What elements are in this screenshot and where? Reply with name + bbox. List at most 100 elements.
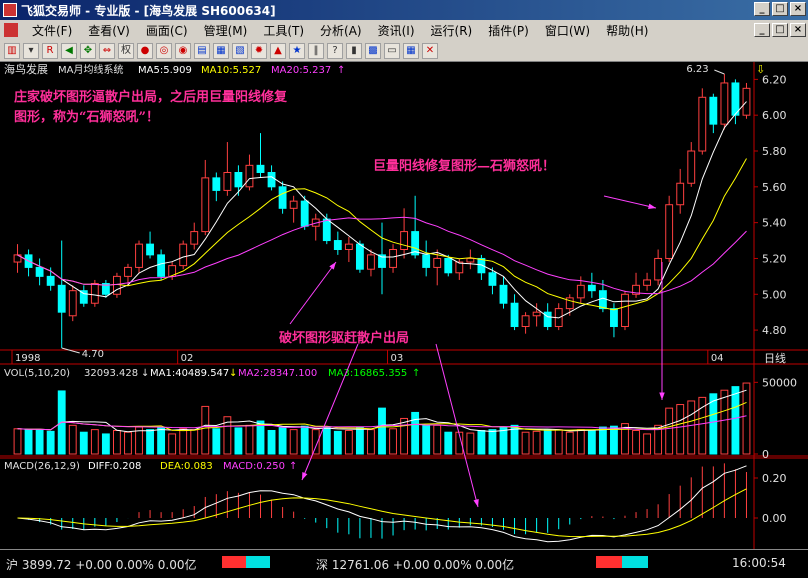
candle-down	[322, 218, 331, 242]
price-tick-label: 6.00	[762, 109, 787, 122]
vol-tick-label: 0	[762, 448, 769, 461]
book-icon[interactable]: ▤	[194, 42, 210, 59]
app-window: 飞狐交易师 - 专业版 - [海鸟发展 SH600634] _ □ × 文件(F…	[0, 0, 808, 578]
menu-info[interactable]: 资讯(I)	[370, 22, 423, 39]
sheet-icon[interactable]: ▦	[213, 42, 229, 59]
vol-bar-up	[344, 429, 353, 455]
sheet2-icon[interactable]: ▧	[232, 42, 248, 59]
time-label: 1998	[15, 353, 40, 364]
candle-up	[179, 243, 188, 267]
menu-canvas[interactable]: 画面(C)	[138, 22, 196, 39]
candle-down	[57, 284, 66, 313]
close-button[interactable]: ×	[790, 2, 806, 16]
annotation-right: 巨量阳线修复图形—石狮怒吼！	[373, 159, 556, 174]
price-tick-label: 5.20	[762, 252, 787, 265]
macd-title: MACD(26,12,9)	[4, 461, 80, 472]
macd-value: MACD:0.250	[223, 461, 285, 472]
candle-up	[124, 266, 132, 277]
grid-icon[interactable]: ▩	[365, 42, 381, 59]
maximize-button[interactable]: □	[772, 2, 788, 16]
candle-down	[587, 284, 596, 292]
mdi-minimize-button[interactable]: _	[754, 23, 770, 37]
vol-bar-down	[212, 428, 221, 455]
candle-up	[621, 293, 629, 328]
candle-up	[687, 150, 696, 184]
x-icon[interactable]: ✕	[422, 42, 438, 59]
rsi-icon[interactable]: R	[42, 42, 58, 59]
clock: 16:00:54	[732, 556, 786, 570]
candle-up	[698, 96, 707, 152]
minimize-button[interactable]: _	[754, 2, 770, 16]
star-icon[interactable]: ★	[289, 42, 305, 59]
menu-plugins[interactable]: 插件(P)	[480, 22, 537, 39]
menu-help[interactable]: 帮助(H)	[598, 22, 656, 39]
sz-index: 深 12761.06 +0.00 0.00% 0.00亿	[316, 558, 515, 572]
vol-bar-down	[477, 429, 486, 455]
circle3-icon[interactable]: ◉	[175, 42, 191, 59]
ma20-readout: MA20:5.237	[271, 65, 331, 76]
vol-bar-up	[400, 417, 409, 455]
vol-bar-up	[665, 407, 674, 455]
vol-bar-up	[643, 433, 651, 455]
help-icon[interactable]: ?	[327, 42, 343, 59]
doc-icon[interactable]: ▭	[384, 42, 400, 59]
menu-window[interactable]: 窗口(W)	[537, 22, 598, 39]
price-tick-label: 5.60	[762, 181, 787, 194]
vol-ma3: MA3:16865.355	[328, 368, 407, 379]
annotation-middle: 破坏图形驱赶散户出局	[279, 331, 410, 346]
cross-arrows-icon[interactable]: ✥	[80, 42, 96, 59]
table-icon[interactable]: ▦	[403, 42, 419, 59]
bars-icon[interactable]: ▮	[346, 42, 362, 59]
double-arrow-icon[interactable]: ⇔	[99, 42, 115, 59]
menu-analysis[interactable]: 分析(A)	[312, 22, 370, 39]
mdi-restore-button[interactable]: □	[772, 23, 788, 37]
status-bar: 沪 3899.72 +0.00 0.00% 0.00亿 深 12761.06 +…	[0, 549, 808, 578]
vol-bar-up	[532, 430, 541, 455]
circles2-icon[interactable]: ◎	[156, 42, 172, 59]
vol-bar-down	[378, 407, 386, 455]
arrow-left-icon[interactable]: ◀	[61, 42, 77, 59]
candle-up	[389, 249, 397, 268]
vol-bar-up	[13, 428, 22, 455]
dropdown-icon[interactable]: ▾	[23, 42, 39, 59]
menu-manage[interactable]: 管理(M)	[196, 22, 256, 39]
fire-icon[interactable]: ✹	[251, 42, 267, 59]
pause-icon[interactable]: ‖	[308, 42, 324, 59]
vol-bar-up	[124, 431, 132, 455]
title-bar: 飞狐交易师 - 专业版 - [海鸟发展 SH600634] _ □ ×	[0, 0, 808, 20]
stock-chart[interactable]: 海鸟发展 MA月均线系统 MA5:5.909 MA10:5.527 MA20:5.237…	[0, 62, 808, 549]
vol-bar-down	[46, 430, 55, 455]
indicator-name: MA月均线系统	[58, 63, 123, 76]
vol-bar-up	[168, 433, 177, 455]
vol-down-arrow: ↓	[141, 368, 149, 379]
time-label: 04	[711, 353, 724, 364]
vol-bar-down	[598, 426, 607, 455]
vol-ma2: MA2:28347.100	[238, 368, 317, 379]
price-tick-label: 5.40	[762, 217, 787, 230]
vol-bar-up	[720, 389, 729, 455]
sh-updown-bar	[222, 556, 270, 568]
menu-tools[interactable]: 工具(T)	[255, 22, 312, 39]
vol-bar-up	[90, 429, 99, 455]
vol-bar-down	[333, 430, 342, 455]
candle-up	[190, 231, 199, 245]
document-icon[interactable]	[4, 23, 18, 37]
weight-icon[interactable]: 权	[118, 42, 134, 59]
candle-down	[234, 171, 243, 188]
menu-view[interactable]: 查看(V)	[80, 22, 138, 39]
chart-icon[interactable]: ▥	[4, 42, 20, 59]
ma-up-arrow: ↑	[337, 65, 345, 76]
candle-up	[521, 315, 530, 328]
candle-up	[676, 182, 685, 206]
vol-bar-up	[113, 429, 121, 455]
mdi-close-button[interactable]: ×	[790, 23, 806, 37]
candle-down	[598, 290, 607, 310]
candle-down	[543, 311, 552, 328]
vol-bar-up	[289, 429, 298, 455]
menu-run[interactable]: 运行(R)	[423, 22, 481, 39]
circles-icon[interactable]: ●	[137, 42, 153, 59]
warning-icon[interactable]: ▲	[270, 42, 286, 59]
macd-dea: DEA:0.083	[160, 461, 213, 472]
vol-bar-up	[201, 405, 210, 455]
menu-file[interactable]: 文件(F)	[24, 22, 80, 39]
